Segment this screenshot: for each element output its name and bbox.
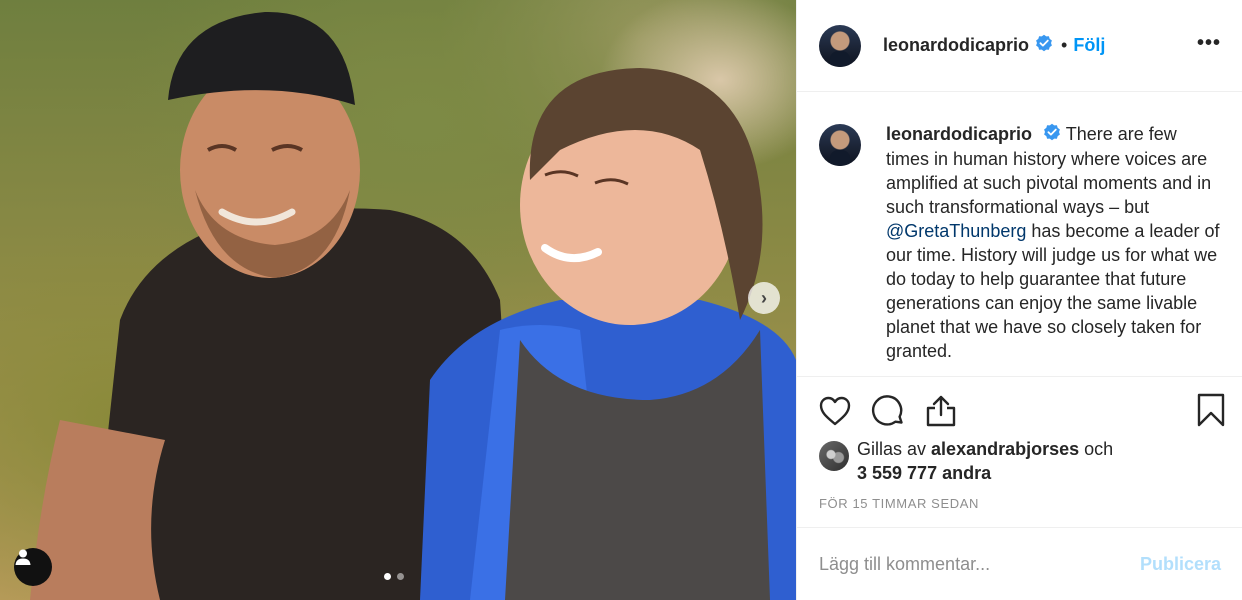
caption-text: leonardodicaprio There are few times in … [886, 122, 1221, 363]
user-icon [15, 549, 31, 565]
bookmark-icon [1197, 393, 1225, 427]
likes-summary: Gillas av alexandrabjorses och 3 559 777… [819, 437, 1113, 485]
post-photo[interactable]: › [0, 0, 796, 600]
action-bar [797, 376, 1242, 446]
carousel-indicator [384, 573, 404, 580]
mention-link[interactable]: @GretaThunberg [886, 221, 1026, 241]
like-button[interactable] [817, 393, 853, 429]
avatar[interactable] [819, 24, 861, 67]
likes-conjunction: och [1084, 439, 1114, 459]
post-timestamp[interactable]: FÖR 15 TIMMAR SEDAN [819, 496, 979, 511]
verified-badge-icon [1035, 34, 1053, 57]
avatar[interactable] [819, 124, 861, 166]
tagged-users-button[interactable] [14, 548, 52, 586]
likes-count-link[interactable]: 3 559 777 andra [857, 463, 991, 483]
caption-section: leonardodicaprio There are few times in … [797, 92, 1242, 376]
carousel-next-button[interactable]: › [748, 282, 780, 314]
publish-button[interactable]: Publicera [1140, 554, 1221, 575]
liker-username[interactable]: alexandrabjorses [931, 439, 1079, 459]
caption-username[interactable]: leonardodicaprio [886, 124, 1032, 144]
heart-icon [819, 396, 851, 426]
chevron-right-icon: › [761, 287, 767, 308]
header-username[interactable]: leonardodicaprio [883, 35, 1029, 56]
likes-prefix: Gillas av [857, 439, 927, 459]
likes-text: Gillas av alexandrabjorses och 3 559 777… [857, 437, 1113, 485]
verified-badge-icon [1043, 123, 1061, 147]
avatar[interactable] [819, 441, 849, 471]
save-button[interactable] [1197, 393, 1225, 432]
comment-input[interactable] [819, 553, 1140, 575]
carousel-dot [397, 573, 404, 580]
post-header: leonardodicaprio • Följ ••• [797, 0, 1242, 92]
carousel-dot-active [384, 573, 391, 580]
share-icon [926, 395, 956, 427]
caption-body-end: has become a leader of our time. History… [886, 221, 1220, 362]
share-button[interactable] [923, 393, 959, 429]
comment-icon [871, 395, 903, 426]
photo-illustration [30, 11, 796, 600]
ellipsis-icon[interactable]: ••• [1197, 32, 1221, 55]
post-sidebar: leonardodicaprio • Följ ••• leonardodica… [796, 0, 1242, 600]
comment-button[interactable] [870, 393, 906, 429]
separator: • [1061, 35, 1068, 55]
instagram-post: › leonardodicaprio • Följ ••• leonardodi… [0, 0, 1242, 600]
follow-button[interactable]: Följ [1073, 35, 1105, 56]
comment-form: Publicera [797, 527, 1242, 600]
